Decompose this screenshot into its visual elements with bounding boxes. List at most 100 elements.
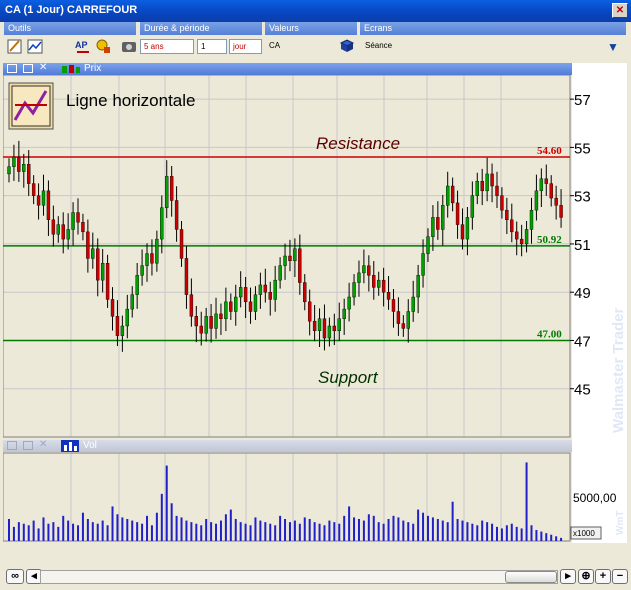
date-axis: aoû 16 sep 18 oct 17 nov 16 déc 14 2008 — [60, 543, 515, 545]
screen-dropdown-button[interactable]: ▼ — [604, 40, 622, 55]
ap-tool-icon[interactable]: AP — [75, 38, 91, 54]
fit-button[interactable]: ⊕ — [578, 569, 594, 584]
vol-close-icon[interactable]: ✕ — [39, 439, 47, 450]
symbol-field[interactable]: CA — [266, 39, 336, 54]
resistance-label: Resistance — [316, 134, 400, 153]
period-unit-field[interactable]: jour — [229, 39, 262, 54]
candle-body — [519, 238, 524, 245]
candle-body — [376, 279, 381, 288]
close-pane-icon[interactable]: ✕ — [39, 62, 47, 73]
candle-body — [327, 325, 332, 339]
volume-icon — [61, 440, 79, 452]
candle-body — [160, 207, 164, 240]
chart-tool-icon[interactable] — [27, 38, 43, 54]
link-button[interactable]: ∞ — [6, 569, 24, 584]
candle-body — [268, 291, 272, 300]
book-icon[interactable] — [339, 38, 355, 54]
volume-bar — [81, 512, 84, 541]
candle-body — [100, 263, 105, 281]
candle-body — [421, 253, 425, 276]
close-button[interactable]: ✕ — [612, 3, 628, 18]
close-icon: ✕ — [615, 5, 625, 16]
screen-field[interactable]: Séance — [362, 39, 602, 54]
window-title: CA (1 Jour) CARREFOUR — [5, 4, 138, 16]
volume-bar — [42, 517, 45, 541]
volume-bar — [160, 493, 163, 541]
candle-body — [248, 301, 253, 312]
date-tick-label: oct — [237, 543, 255, 545]
volume-bar — [175, 515, 178, 541]
zoom-out-button[interactable]: − — [612, 569, 628, 584]
volume-bar — [481, 520, 484, 541]
candle-body — [71, 212, 75, 230]
candle-body — [253, 294, 258, 312]
arrow-right-icon: ▸ — [565, 570, 571, 582]
candle-body — [357, 272, 361, 283]
alert-tool-icon[interactable] — [95, 38, 111, 54]
draw-tool-icon[interactable] — [7, 38, 23, 54]
vol-restore-icon[interactable] — [7, 441, 17, 450]
price-pane-label: Prix — [84, 63, 102, 74]
scrollbar-thumb[interactable] — [505, 571, 557, 583]
candle-body — [381, 279, 386, 293]
chevron-down-icon: ▼ — [607, 40, 619, 54]
volume-bar — [466, 522, 469, 541]
volume-bar — [27, 525, 30, 541]
volume-bar — [313, 522, 316, 541]
candle-body — [22, 164, 26, 172]
candle-body — [303, 282, 307, 303]
volume-bar — [362, 520, 365, 541]
candle-body — [184, 258, 189, 295]
camera-icon[interactable] — [121, 38, 137, 54]
scroll-right-button[interactable]: ▸ — [560, 569, 576, 584]
zoom-in-button[interactable]: + — [595, 569, 611, 584]
candle-body — [406, 311, 410, 329]
candle-body — [396, 311, 401, 324]
candle-body — [61, 224, 65, 240]
candle-body — [224, 301, 228, 319]
volume-bar — [417, 509, 420, 541]
volume-bar — [229, 509, 232, 541]
volume-bar — [377, 522, 380, 541]
price-pane-header: ✕ Prix — [3, 62, 572, 75]
horizontal-scrollbar[interactable] — [40, 570, 558, 584]
candle-body — [480, 180, 484, 192]
period-field[interactable]: 1 — [197, 39, 227, 54]
volume-bar — [215, 523, 218, 541]
volume-bar — [446, 522, 449, 541]
candle-body — [411, 296, 415, 312]
candle-body — [391, 299, 396, 312]
volume-bar — [303, 517, 306, 541]
group-label-valeurs: Valeurs — [265, 22, 357, 35]
candle-body — [524, 229, 529, 245]
candle-body — [441, 205, 445, 230]
volume-bar — [155, 512, 158, 541]
candle-body — [485, 173, 489, 192]
volume-bar — [32, 520, 35, 541]
volume-bar — [293, 520, 296, 541]
date-tick-label: 16 — [112, 543, 126, 545]
volume-bar — [308, 519, 311, 541]
candle-body — [125, 308, 130, 327]
watermark: Walmaster Trader — [610, 308, 627, 433]
volume-axis-tick: 5000,00 — [573, 491, 617, 505]
volume-bar — [150, 525, 153, 541]
hline-label: 50.92 — [537, 234, 562, 246]
restore-icon[interactable] — [7, 64, 17, 73]
candle-body — [273, 279, 277, 300]
duration-field[interactable]: 5 ans — [140, 39, 194, 54]
vol-maximize-icon[interactable] — [23, 441, 33, 450]
footer-bar: ∞ ◂ ▸ ⊕ + − — [0, 566, 631, 590]
candle-body — [140, 265, 144, 276]
volume-bar — [298, 523, 301, 541]
candles-icon — [62, 65, 80, 73]
volume-bar — [353, 517, 356, 541]
volume-bar — [550, 534, 553, 541]
volume-bar — [195, 523, 198, 541]
candle-body — [352, 282, 356, 298]
maximize-icon[interactable] — [23, 64, 33, 73]
candle-body — [416, 275, 420, 298]
volume-bar — [141, 523, 144, 541]
candle-body — [426, 236, 430, 254]
date-tick-label: déc — [417, 543, 438, 545]
